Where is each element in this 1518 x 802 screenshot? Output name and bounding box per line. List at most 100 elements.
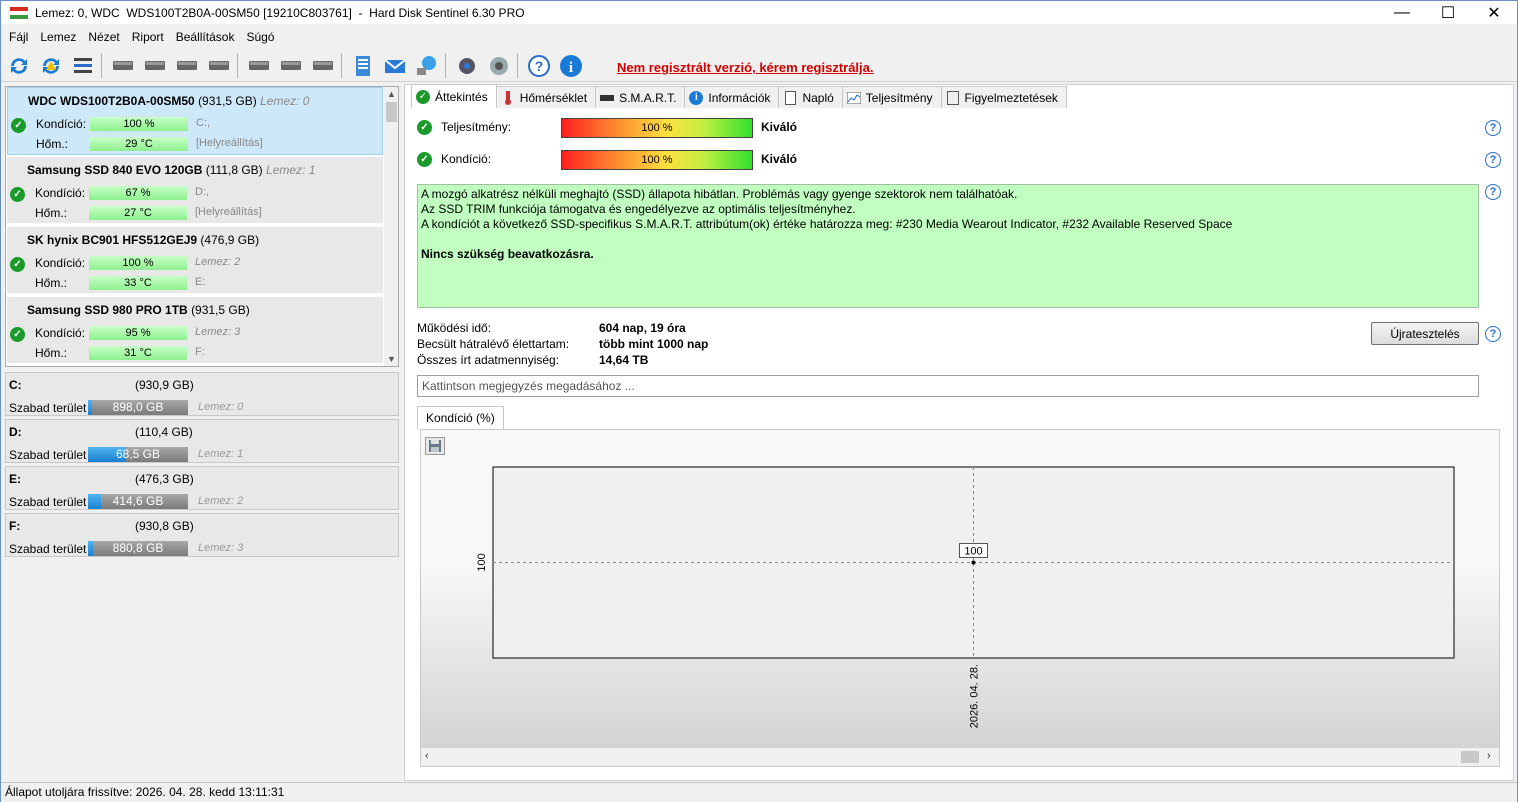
free-space-value: 414,6 GB: [112, 494, 164, 508]
drive-disk-index: Lemez: 3: [198, 542, 244, 554]
register-link[interactable]: Nem regisztrált verzió, kérem regisztrál…: [617, 60, 874, 75]
gear-icon[interactable]: [453, 52, 480, 79]
network-icon[interactable]: [413, 52, 440, 79]
drive-item[interactable]: D: (110,4 GB) Szabad terület 68,5 GB Lemez: …: [5, 419, 399, 463]
disk-item[interactable]: Samsung SSD 840 EVO 120GB (111,8 GB) Lem…: [7, 157, 383, 225]
menu-item-0[interactable]: Fájl: [3, 30, 34, 44]
help-icon[interactable]: ?: [1485, 152, 1501, 168]
condition-label: Kondíció:: [35, 186, 86, 200]
disk-test-icon[interactable]: [109, 52, 136, 79]
tab-6[interactable]: Figyelmeztetések: [940, 86, 1067, 108]
refresh-icon[interactable]: [5, 52, 32, 79]
tab-label: Hőmérséklet: [519, 90, 588, 105]
disk-name: WDC WDS100T2B0A-00SM50 (931,5 GB) Lemez:…: [28, 94, 309, 108]
window-title: Lemez: 0, WDC WDS100T2B0A-00SM50 [19210C…: [35, 5, 525, 20]
used-space-fill: [88, 400, 92, 415]
tab-label: Információk: [708, 90, 771, 105]
disk-search-icon[interactable]: [205, 52, 232, 79]
toolbar-separator: [237, 53, 238, 78]
temperature-row: Hőm.: 33 °C E:: [7, 275, 383, 291]
tab-2[interactable]: S.M.A.R.T.: [595, 86, 686, 108]
data-label: 100: [964, 546, 982, 558]
disk-model: SK hynix BC901 HFS512GEJ9: [27, 233, 198, 247]
scroll-thumb[interactable]: [1461, 751, 1479, 763]
disk-model: Samsung SSD 840 EVO 120GB: [27, 163, 203, 177]
scroll-right-icon[interactable]: ›: [1487, 750, 1491, 762]
disk-list-scrollbar[interactable]: ▲ ▼: [384, 87, 398, 366]
temperature-bar: 33 °C: [89, 276, 187, 290]
drive-letter: C:: [9, 378, 22, 392]
drive-size: (476,3 GB): [135, 472, 194, 486]
notes-icon[interactable]: [349, 52, 376, 79]
chart-frame: 100 2026. 04. 28. 100 ‹ ›: [420, 429, 1500, 767]
help-icon[interactable]: ?: [1485, 184, 1501, 200]
thermometer-icon: [501, 90, 515, 105]
temperature-label: Hőm.:: [35, 276, 68, 290]
menu-item-5[interactable]: Súgó: [240, 30, 280, 44]
written-label: Összes írt adatmennyiség:: [417, 353, 560, 367]
tab-3[interactable]: i Információk: [684, 86, 780, 108]
drive-item[interactable]: E: (476,3 GB) Szabad terület 414,6 GB Lemez:…: [5, 466, 399, 510]
disk-item[interactable]: Samsung SSD 980 PRO 1TB (931,5 GB) ✓ Kond…: [7, 297, 383, 365]
list-icon[interactable]: [69, 52, 96, 79]
drive-letter: Lemez: 3: [195, 326, 241, 338]
disk-schedule-icon[interactable]: [141, 52, 168, 79]
disk-drive-icon[interactable]: [277, 52, 304, 79]
network-disk-icon[interactable]: [245, 52, 272, 79]
y-tick-label: 100: [476, 553, 488, 571]
drive-item[interactable]: F: (930,8 GB) Szabad terület 880,8 GB Lemez:…: [5, 513, 399, 557]
drive-letter: D:,: [195, 186, 210, 198]
tab-0[interactable]: ✓ Áttekintés: [411, 84, 497, 108]
drive-disk-index: Lemez: 1: [198, 448, 244, 460]
performance-icon: [846, 91, 861, 105]
free-space-label: Szabad terület: [9, 401, 87, 415]
info-line: A kondíciót a következő SSD-specifikus S…: [421, 217, 1233, 231]
notes-input[interactable]: Kattintson megjegyzés megadásához ...: [417, 375, 1479, 397]
performance-status: Kiváló: [761, 120, 798, 134]
minimize-button[interactable]: —: [1379, 1, 1425, 24]
menu-item-2[interactable]: Nézet: [82, 30, 125, 44]
drive-letter: F:: [9, 519, 21, 533]
speaker-icon[interactable]: [485, 52, 512, 79]
refresh-warning-icon[interactable]: [37, 52, 64, 79]
menu-item-3[interactable]: Riport: [126, 30, 170, 44]
scroll-thumb[interactable]: [386, 102, 397, 122]
chart-scrollbar[interactable]: ‹ ›: [421, 748, 1499, 766]
maximize-button[interactable]: ☐: [1425, 1, 1471, 24]
help-icon[interactable]: ?: [1485, 120, 1501, 136]
toolbar-separator: [445, 53, 446, 78]
menu-item-4[interactable]: Beállítások: [170, 30, 241, 44]
x-tick-label: 2026. 04. 28.: [969, 664, 981, 728]
condition-row: Kondíció: 95 % Lemez: 3: [7, 325, 383, 341]
help-icon[interactable]: ?: [1485, 326, 1501, 342]
free-space-label: Szabad terület: [9, 448, 87, 462]
performance-row: ✓ Teljesítmény: 100 % Kiváló: [417, 118, 1507, 138]
drive-letter: D:: [9, 425, 22, 439]
scroll-down-icon[interactable]: ▼: [384, 352, 398, 366]
mail-icon[interactable]: [381, 52, 408, 79]
disk-item[interactable]: SK hynix BC901 HFS512GEJ9 (476,9 GB) ✓ Ko…: [7, 227, 383, 295]
menu-item-1[interactable]: Lemez: [34, 30, 82, 44]
scroll-up-icon[interactable]: ▲: [384, 87, 398, 101]
retest-button[interactable]: Újratesztelés: [1371, 322, 1479, 345]
drive-list: C: (930,9 GB) Szabad terület 898,0 GB Lemez:…: [5, 372, 399, 562]
tab-1[interactable]: Hőmérséklet: [495, 86, 597, 108]
close-button[interactable]: ✕: [1471, 1, 1517, 24]
condition-row: Kondíció: 100 % C:,: [8, 116, 384, 132]
server-icon[interactable]: [309, 52, 336, 79]
disk-item[interactable]: WDC WDS100T2B0A-00SM50 (931,5 GB) Lemez:…: [7, 87, 383, 155]
disk-check-icon[interactable]: [173, 52, 200, 79]
tab-4[interactable]: Napló: [778, 86, 843, 108]
drive-item[interactable]: C: (930,9 GB) Szabad terület 898,0 GB Lemez:…: [5, 372, 399, 416]
condition-status: Kiváló: [761, 152, 798, 166]
tab-condition-chart[interactable]: Kondíció (%): [417, 406, 504, 429]
disk-index: Lemez: 0: [260, 94, 310, 108]
scroll-left-icon[interactable]: ‹: [425, 750, 429, 762]
temperature-label: Hőm.:: [35, 206, 68, 220]
lifetime-label: Becsült hátralévő élettartam:: [417, 337, 570, 351]
help-icon[interactable]: ?: [525, 52, 552, 79]
smart-icon: [600, 91, 615, 105]
tab-5[interactable]: Teljesítmény: [841, 86, 942, 108]
info-icon[interactable]: i: [557, 52, 584, 79]
drive-letter: E:: [9, 472, 21, 486]
